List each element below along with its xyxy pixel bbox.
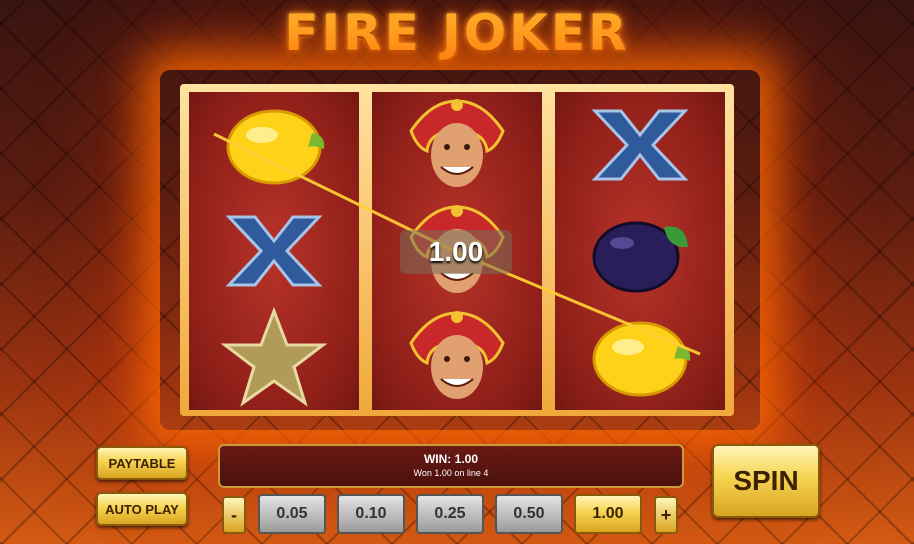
lemon-icon (189, 92, 359, 198)
bet-decrease-button[interactable]: - (222, 496, 246, 534)
bet-option[interactable]: 0.25 (416, 494, 484, 534)
game-title: FIRE JOKER (284, 4, 630, 62)
message-bar: WIN: 1.00 Won 1.00 on line 4 (218, 444, 684, 488)
bet-option[interactable]: 0.10 (337, 494, 405, 534)
bet-increase-button[interactable]: + (654, 496, 678, 534)
autoplay-button[interactable]: AUTO PLAY (96, 492, 188, 526)
reel-3 (555, 92, 725, 410)
win-detail: Won 1.00 on line 4 (413, 468, 489, 478)
plum-icon (555, 198, 725, 304)
reel-1 (189, 92, 359, 410)
joker-icon (372, 92, 542, 198)
star-icon (189, 304, 359, 410)
bet-option[interactable]: 0.05 (258, 494, 326, 534)
x-icon (555, 92, 725, 198)
win-text: WIN: 1.00 (423, 452, 478, 466)
paytable-button[interactable]: PAYTABLE (96, 446, 188, 480)
win-amount-popup: 1.00 (400, 230, 512, 274)
x-icon (189, 198, 359, 304)
lemon-icon (555, 304, 725, 410)
bet-option[interactable]: 0.50 (495, 494, 563, 534)
joker-icon (372, 304, 542, 410)
spin-button[interactable]: SPIN (712, 444, 820, 518)
bet-option-selected[interactable]: 1.00 (574, 494, 642, 534)
